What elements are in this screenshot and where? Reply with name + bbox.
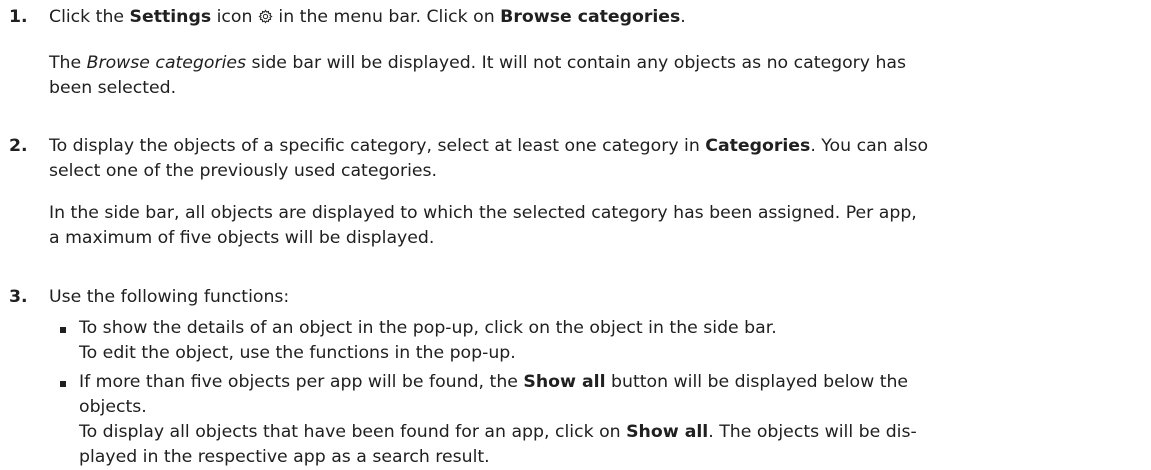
step-1-result: The Browse categories side bar will be d…	[49, 53, 907, 98]
browse-categories-italic: Browse categories	[86, 53, 247, 73]
bullet-item-1: To show the details of an object in the …	[79, 318, 777, 363]
bullet-marker	[60, 327, 66, 333]
step-number: 3.	[9, 287, 28, 307]
bullet-item-2: If more than five objects per app will b…	[79, 372, 917, 467]
show-all-term: Show all	[523, 372, 606, 392]
step-number: 2.	[9, 136, 28, 156]
step-2-instruction: To display the objects of a specific cat…	[49, 136, 929, 181]
show-all-term: Show all	[626, 422, 709, 442]
browse-categories-term: Browse categories	[500, 7, 681, 27]
settings-term: Settings	[129, 7, 212, 27]
bullet-marker	[60, 381, 66, 387]
step-number: 1.	[9, 7, 28, 27]
step-3-instruction: Use the following functions:	[49, 287, 290, 307]
step-1-text: Click the Settings icon in the menu bar.…	[49, 5, 1149, 30]
step-2-result: In the side bar, all objects are display…	[49, 203, 917, 248]
step-1-instruction: Click the Settings icon in the menu bar.…	[49, 7, 686, 27]
categories-term: Categories	[705, 136, 811, 156]
gear-icon	[258, 9, 273, 24]
